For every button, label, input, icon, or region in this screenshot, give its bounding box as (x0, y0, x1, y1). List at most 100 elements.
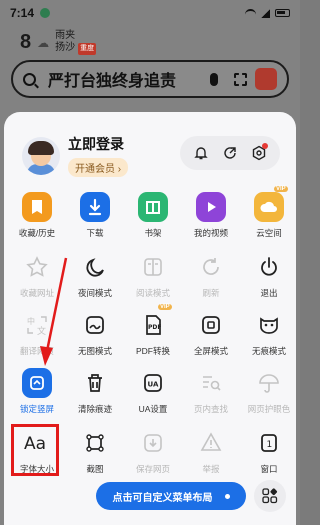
menu-item-lock-portrait[interactable]: 锁定竖屏 (8, 368, 66, 415)
quick-actions (180, 136, 280, 170)
cloud-icon (254, 192, 284, 222)
menu-item-exit[interactable]: 退出 (240, 252, 298, 299)
status-time: 7:14 (10, 6, 35, 20)
menu-item-bookshelf[interactable]: 书架 (124, 192, 182, 239)
menu-item-ua-settings[interactable]: UA UA设置 (124, 368, 182, 415)
menu-item-find-in-page[interactable]: 页内查找 (182, 368, 240, 415)
menu-item-refresh[interactable]: 刷新 (182, 252, 240, 299)
menu-item-night-mode[interactable]: 夜间模式 (66, 252, 124, 299)
air-quality-badge: 重度 (78, 43, 97, 55)
refresh-icon (196, 252, 226, 282)
incognito-mask-icon (254, 310, 284, 340)
menu-label: 退出 (260, 288, 278, 298)
weather-icon: ☁ (37, 35, 50, 50)
menu-label: 锁定竖屏 (19, 404, 54, 414)
menu-label: 保存网页 (135, 464, 170, 474)
menu-label: 阅读模式 (135, 288, 170, 298)
signal-icon (261, 8, 270, 18)
menu-label: 下载 (86, 228, 104, 238)
find-text-icon (196, 368, 226, 398)
weather-temp: 8 (20, 31, 32, 53)
menu-label: 网页护眼色 (247, 404, 291, 414)
fullscreen-icon (196, 310, 226, 340)
highlight-box (11, 424, 59, 476)
menu-label: 清除痕迹 (77, 404, 112, 414)
menu-item-my-videos[interactable]: 我的视频 (182, 192, 240, 239)
microphone-icon[interactable] (210, 72, 218, 86)
search-icon (23, 72, 36, 86)
menu-item-incognito[interactable]: 无痕模式 (240, 310, 298, 357)
vip-badge: VIP (158, 304, 172, 310)
status-bar: 7:14 (0, 0, 300, 26)
window-count-icon: 1 (254, 428, 284, 458)
battery-icon (275, 9, 290, 17)
umbrella-icon (254, 368, 284, 398)
menu-label: 我的视频 (193, 228, 228, 238)
search-bar[interactable]: 严打台独终身追责 (11, 60, 289, 98)
warning-icon (196, 428, 226, 458)
weather-condition: 雨夹 (55, 30, 76, 41)
menu-label: 窗口 (260, 464, 278, 474)
menu-item-translate[interactable]: 中文 翻译网页 (8, 310, 66, 357)
menu-item-no-image[interactable]: 无图模式 (66, 310, 124, 357)
menu-label: 截图 (86, 464, 104, 474)
search-query: 严打台独终身追责 (48, 73, 177, 90)
menu-item-pdf-convert[interactable]: PDF VIP PDF转换 (124, 304, 182, 357)
moon-icon (80, 252, 110, 282)
login-link[interactable]: 立即登录 (68, 134, 128, 154)
vip-badge: VIP (274, 186, 288, 192)
menu-label: 翻译网页 (19, 346, 54, 356)
avatar[interactable] (22, 136, 60, 175)
menu-item-report[interactable]: 举报 (182, 428, 240, 475)
svg-text:中: 中 (27, 316, 35, 326)
menu-panel: 立即登录 开通会员 › 收藏/历史 下载 书架 我的视频 VIP 云空间 收藏网… (4, 112, 296, 525)
menu-item-favorites-history[interactable]: 收藏/历史 (8, 192, 66, 239)
svg-text:PDF: PDF (148, 324, 161, 331)
menu-label: 无痕模式 (251, 346, 286, 356)
menu-label: 刷新 (202, 288, 220, 298)
search-go-button[interactable] (255, 68, 277, 90)
share-icon[interactable] (222, 145, 238, 161)
menu-label: 夜间模式 (77, 288, 112, 298)
menu-label: PDF转换 (135, 346, 170, 356)
app-notification-icon (40, 8, 51, 18)
menu-item-download[interactable]: 下载 (66, 192, 124, 239)
menu-label: 页内查找 (193, 404, 228, 414)
customize-menu-label: 点击可自定义菜单布局 (112, 492, 213, 504)
svg-text:1: 1 (267, 440, 273, 450)
weather-city: 扬沙 (55, 42, 76, 53)
pointer-dot-icon (224, 493, 230, 499)
customize-menu-button[interactable]: 点击可自定义菜单布局 (96, 482, 246, 510)
menu-item-fullscreen[interactable]: 全屏模式 (182, 310, 240, 357)
pdf-icon: PDF (138, 310, 168, 340)
screenshot-crop-icon (80, 428, 110, 458)
reading-icon (138, 252, 168, 282)
download-icon (80, 192, 110, 222)
menu-label: 书架 (144, 228, 162, 238)
menu-item-save-page[interactable]: 保存网页 (124, 428, 182, 475)
menu-item-reading-mode[interactable]: 阅读模式 (124, 252, 182, 299)
svg-text:文: 文 (37, 325, 46, 337)
bell-icon[interactable] (193, 145, 209, 161)
menu-label: 云空间 (256, 228, 282, 238)
vip-button[interactable]: 开通会员 › (68, 158, 129, 177)
menu-label: 全屏模式 (193, 346, 228, 356)
svg-text:UA: UA (148, 381, 159, 389)
menu-item-clear-traces[interactable]: 清除痕迹 (66, 368, 124, 415)
scan-icon[interactable] (234, 72, 247, 86)
wifi-icon (245, 8, 256, 18)
video-play-icon (196, 192, 226, 222)
trash-icon (80, 368, 110, 398)
menu-label: 收藏网址 (19, 288, 54, 298)
menu-label: UA设置 (138, 404, 168, 414)
menu-item-bookmark-url[interactable]: 收藏网址 (8, 252, 66, 299)
profile-section[interactable]: 立即登录 开通会员 › (22, 134, 129, 177)
bookmark-icon (22, 192, 52, 222)
menu-label: 收藏/历史 (18, 228, 56, 238)
menu-item-window[interactable]: 1 窗口 (240, 428, 298, 475)
menu-layout-button[interactable] (254, 480, 286, 512)
menu-item-screenshot[interactable]: 截图 (66, 428, 124, 475)
book-icon (138, 192, 168, 222)
menu-item-cloud-space[interactable]: VIP 云空间 (240, 186, 298, 239)
menu-item-eye-care-color[interactable]: 网页护眼色 (240, 368, 298, 415)
